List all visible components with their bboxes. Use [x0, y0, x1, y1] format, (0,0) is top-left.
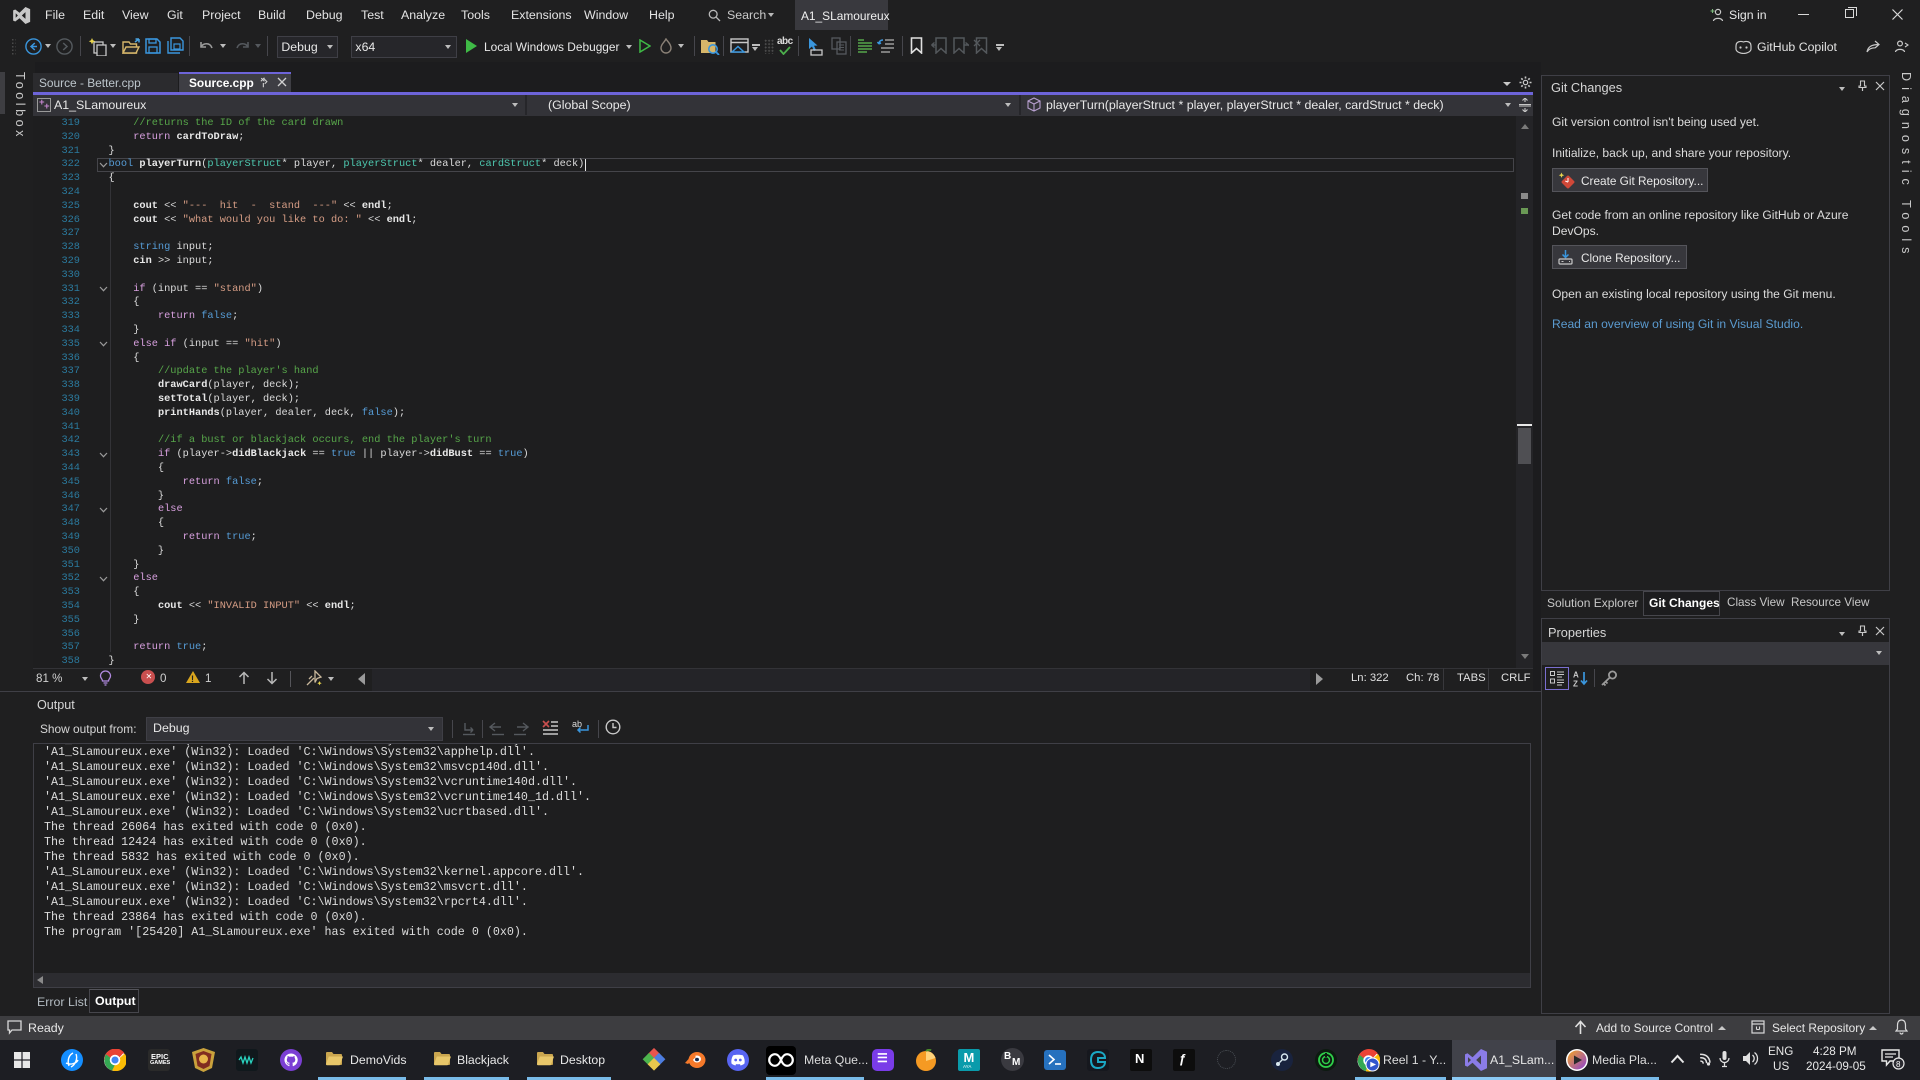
svg-text:ab: ab	[572, 719, 582, 729]
svg-text:8: 8	[1896, 1060, 1901, 1069]
svg-text:Z: Z	[1573, 680, 1578, 688]
svg-text:A: A	[1573, 671, 1579, 680]
